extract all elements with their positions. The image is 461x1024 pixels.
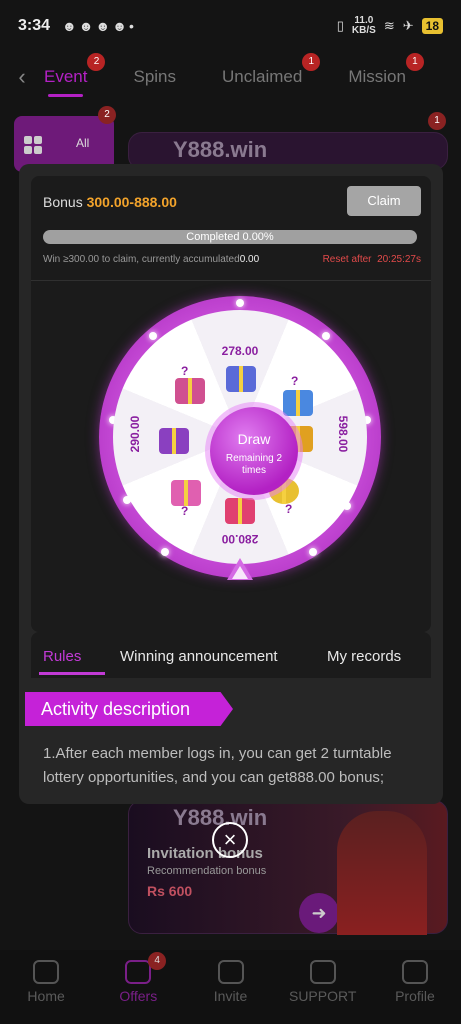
home-icon [33,960,60,984]
nav-offers-label: Offers [119,988,158,1004]
bonus-label: Bonus [43,194,83,210]
gift-icon [159,428,189,454]
lucky-wheel-modal: Bonus 300.00-888.00 Claim Completed 0.00… [19,164,443,804]
tab-mission-label: Mission [348,67,406,86]
status-time: 3:34 [18,17,51,34]
draw-button[interactable]: Draw Remaining 2 times [210,407,298,495]
gift-icon [175,378,205,404]
nav-support-label: SUPPORT [288,988,357,1004]
tab-unclaimed-label: Unclaimed [222,67,303,86]
bulb-light [161,548,169,556]
nav-home[interactable]: Home [0,950,92,1024]
accumulated-value: 0.00 [239,254,260,265]
nav-profile[interactable]: Profile [369,950,461,1024]
prize-mystery: ? [285,502,293,516]
wheel-pointer-inner [232,566,248,579]
category-all-label: All [76,136,90,150]
invite-amount: Rs 600 [147,883,193,899]
person-icon [401,960,428,984]
wifi-icon: ≋ [383,18,395,33]
prize-wheel: 278.00 ? 598.00 ? 280.00 ? 290.00 ? Draw… [99,296,381,598]
remaining-spins: Remaining 2 times [225,453,283,476]
section-ribbon: Activity description [25,692,233,726]
back-icon[interactable]: ‹ [0,64,44,90]
promo-image [337,811,427,935]
tab-event-badge: 2 [87,53,106,71]
bonus-info: Bonus 300.00-888.00 [43,194,177,210]
category-badge: 2 [98,106,116,124]
rules-section: Rules Winning announcement My records Ac… [25,632,431,804]
airplane-icon: ✈ [402,18,414,33]
prize-mystery: ? [181,504,189,518]
vibrate-icon: ▯ [336,18,344,33]
nav-offers[interactable]: Offers 4 [92,950,184,1024]
nav-invite-label: Invite [213,988,248,1004]
progress-text: Completed 0.00% [186,231,274,243]
prize-mystery: ? [291,374,299,388]
nav-invite[interactable]: Invite [184,950,276,1024]
tab-spins-label: Spins [133,67,177,86]
bottom-nav: Home Offers 4 Invite SUPPORT Profile [0,950,461,1024]
progress-bar: Completed 0.00% [43,230,417,244]
tab-mission[interactable]: Mission 1 [348,53,424,87]
bulb-light [149,332,157,340]
people-icon [217,960,244,984]
tab-spins[interactable]: Spins [133,67,176,87]
nav-home-label: Home [27,988,65,1004]
tab-unclaimed[interactable]: Unclaimed 1 [222,53,321,87]
section-title: Activity description [41,699,191,719]
net-speed-unit: KB/S [351,25,376,36]
win-info-text: Win ≥300.00 to claim, currently accumula… [43,254,240,265]
tab-winning-announcement[interactable]: Winning announcement [120,648,278,665]
grid-icon [24,136,42,154]
tab-unclaimed-badge: 1 [302,53,321,71]
prize-mystery: ? [181,364,189,378]
share-icon[interactable]: ➜ [299,893,339,933]
tab-rules[interactable]: Rules [38,648,106,675]
nav-profile-label: Profile [395,988,435,1004]
invite-subtitle: Recommendation bonus [147,865,267,877]
wheel-rim: 278.00 ? 598.00 ? 280.00 ? 290.00 ? Draw… [99,296,381,578]
event-card-badge: 1 [428,112,446,130]
claim-button[interactable]: Claim [347,186,421,216]
brand-logo: Y888.win [173,137,268,162]
rule-tabs: Rules Winning announcement My records [31,632,431,678]
nav-support[interactable]: SUPPORT [277,950,369,1024]
bulb-light [236,299,244,307]
reset-timer: Reset after 20:25:27s [323,254,421,265]
divider [31,280,431,281]
tab-my-records[interactable]: My records [327,648,401,665]
close-icon[interactable]: × [212,822,248,858]
gift-icon [171,480,201,506]
battery-icon: 18 [421,18,443,34]
prize-290: 290.00 [128,415,142,453]
win-info: Win ≥300.00 to claim, currently accumula… [43,254,259,265]
reset-time: 20:25:27s [377,254,421,265]
bulb-light [309,548,317,556]
prize-280: 280.00 [221,532,259,546]
invite-card[interactable]: Y888.win Invitation bonus Recommendation… [128,800,448,935]
notification-icons: ☻☻☻☻• [62,18,136,34]
gift-icon [283,390,313,416]
wheel-panel: Bonus 300.00-888.00 Claim Completed 0.00… [31,176,431,632]
status-right: ▯ 11.0 KB/S ≋ ✈ 18 [337,16,443,36]
gift-icon [226,366,256,392]
tab-mission-badge: 1 [405,53,424,71]
status-bar: 3:34 ☻☻☻☻• ▯ 11.0 KB/S ≋ ✈ 18 [0,0,461,52]
reset-label: Reset after [322,254,372,265]
top-tabs: ‹ Event 2 Spins Unclaimed 1 Mission 1 [0,52,461,102]
tab-event[interactable]: Event 2 [44,53,106,97]
bulb-light [322,332,330,340]
draw-label: Draw [237,431,271,447]
gift-icon [225,498,255,524]
wheel-face: 278.00 ? 598.00 ? 280.00 ? 290.00 ? Draw… [113,310,367,564]
prize-278: 278.00 [221,344,259,358]
headset-icon [309,960,336,984]
prize-598: 598.00 [336,415,350,453]
nav-offers-badge: 4 [148,952,167,970]
net-speed: 11.0 KB/S [352,16,376,36]
tab-event-label: Event [44,67,88,86]
activity-description: 1.After each member logs in, you can get… [43,745,392,786]
bonus-range: 300.00-888.00 [86,194,177,210]
